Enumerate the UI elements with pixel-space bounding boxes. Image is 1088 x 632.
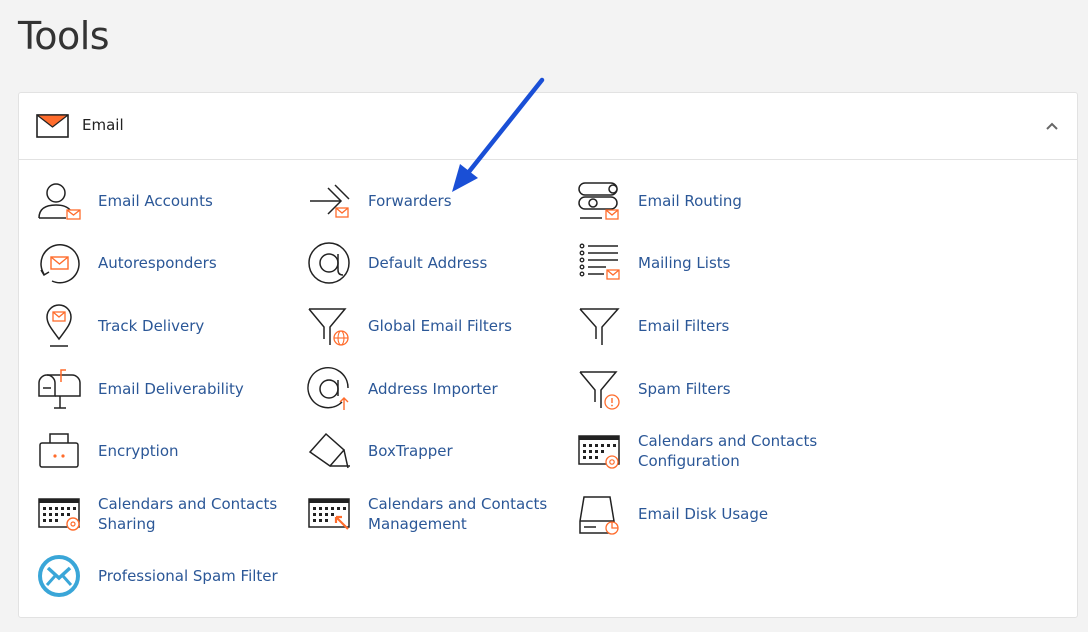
- calendars-contacts-configuration-icon: [578, 435, 620, 469]
- tool-label: Calendars and Contacts Sharing: [98, 495, 278, 533]
- boxtrapper-icon: [308, 432, 350, 469]
- address-importer-icon: [307, 367, 349, 410]
- tool-label: Global Email Filters: [368, 317, 512, 335]
- tool-label: Calendars and Contacts Management: [368, 495, 548, 533]
- tool-mailing-lists[interactable]: Mailing Lists: [576, 240, 838, 286]
- tool-forwarders[interactable]: Forwarders: [306, 178, 568, 224]
- tools-page: Tools Email Email Accounts Autoresponder…: [0, 0, 1088, 632]
- page-title: Tools: [18, 14, 110, 58]
- tool-global-email-filters[interactable]: Global Email Filters: [306, 303, 568, 349]
- calendars-contacts-sharing-icon: [38, 498, 80, 531]
- tool-label: Forwarders: [368, 192, 452, 210]
- tool-spam-filters[interactable]: Spam Filters: [576, 366, 838, 412]
- tool-label: Autoresponders: [98, 254, 217, 272]
- tool-track-delivery[interactable]: Track Delivery: [36, 303, 298, 349]
- email-routing-icon: [578, 182, 619, 220]
- tool-email-deliverability[interactable]: Email Deliverability: [36, 366, 298, 412]
- tool-email-routing[interactable]: Email Routing: [576, 178, 838, 224]
- tool-autoresponders[interactable]: Autoresponders: [36, 240, 298, 286]
- email-accounts-icon: [38, 183, 81, 220]
- email-deliverability-icon: [38, 369, 81, 409]
- encryption-icon: [39, 433, 79, 468]
- tool-label: Email Disk Usage: [638, 505, 769, 523]
- tool-label: Calendars and Contacts Configuration: [638, 432, 818, 470]
- tool-label: Address Importer: [368, 380, 498, 398]
- tool-email-disk-usage[interactable]: Email Disk Usage: [576, 491, 838, 537]
- email-filters-icon: [579, 308, 620, 345]
- chevron-up-icon[interactable]: [1045, 119, 1059, 133]
- tool-label: Email Routing: [638, 192, 742, 210]
- tool-encryption[interactable]: Encryption: [36, 428, 298, 474]
- forwarders-icon: [310, 184, 350, 218]
- tool-label: Email Accounts: [98, 192, 213, 210]
- tool-label: Track Delivery: [98, 317, 205, 335]
- email-section-panel: Email: [18, 92, 1078, 618]
- professional-spam-filter-icon: [38, 555, 80, 597]
- tool-calendars-contacts-sharing[interactable]: Calendars and Contacts Sharing: [36, 491, 298, 537]
- spam-filters-icon: [579, 371, 620, 410]
- tool-calendars-contacts-configuration[interactable]: Calendars and Contacts Configuration: [576, 428, 838, 474]
- tool-calendars-contacts-management[interactable]: Calendars and Contacts Management: [306, 491, 568, 537]
- tool-label: Default Address: [368, 254, 488, 272]
- default-address-icon: [308, 242, 350, 284]
- tool-email-filters[interactable]: Email Filters: [576, 303, 838, 349]
- mailing-lists-icon: [579, 243, 620, 280]
- tool-professional-spam-filter[interactable]: Professional Spam Filter: [36, 553, 298, 599]
- tool-label: Encryption: [98, 442, 179, 460]
- track-delivery-icon: [46, 304, 72, 347]
- tool-label: Email Filters: [638, 317, 730, 335]
- tool-label: Mailing Lists: [638, 254, 731, 272]
- tool-boxtrapper[interactable]: BoxTrapper: [306, 428, 568, 474]
- autoresponders-icon: [40, 244, 80, 284]
- envelope-icon: [36, 114, 69, 138]
- tool-default-address[interactable]: Default Address: [306, 240, 568, 286]
- global-email-filters-icon: [308, 308, 349, 346]
- tool-label: Professional Spam Filter: [98, 567, 278, 585]
- tool-label: Email Deliverability: [98, 380, 244, 398]
- tool-email-accounts[interactable]: Email Accounts: [36, 178, 298, 224]
- calendars-contacts-management-icon: [308, 498, 350, 530]
- email-section-title: Email: [82, 116, 124, 134]
- email-disk-usage-icon: [579, 496, 619, 535]
- email-section-header[interactable]: Email: [19, 93, 1077, 160]
- tool-label: Spam Filters: [638, 380, 731, 398]
- tool-address-importer[interactable]: Address Importer: [306, 366, 568, 412]
- tool-label: BoxTrapper: [368, 442, 453, 460]
